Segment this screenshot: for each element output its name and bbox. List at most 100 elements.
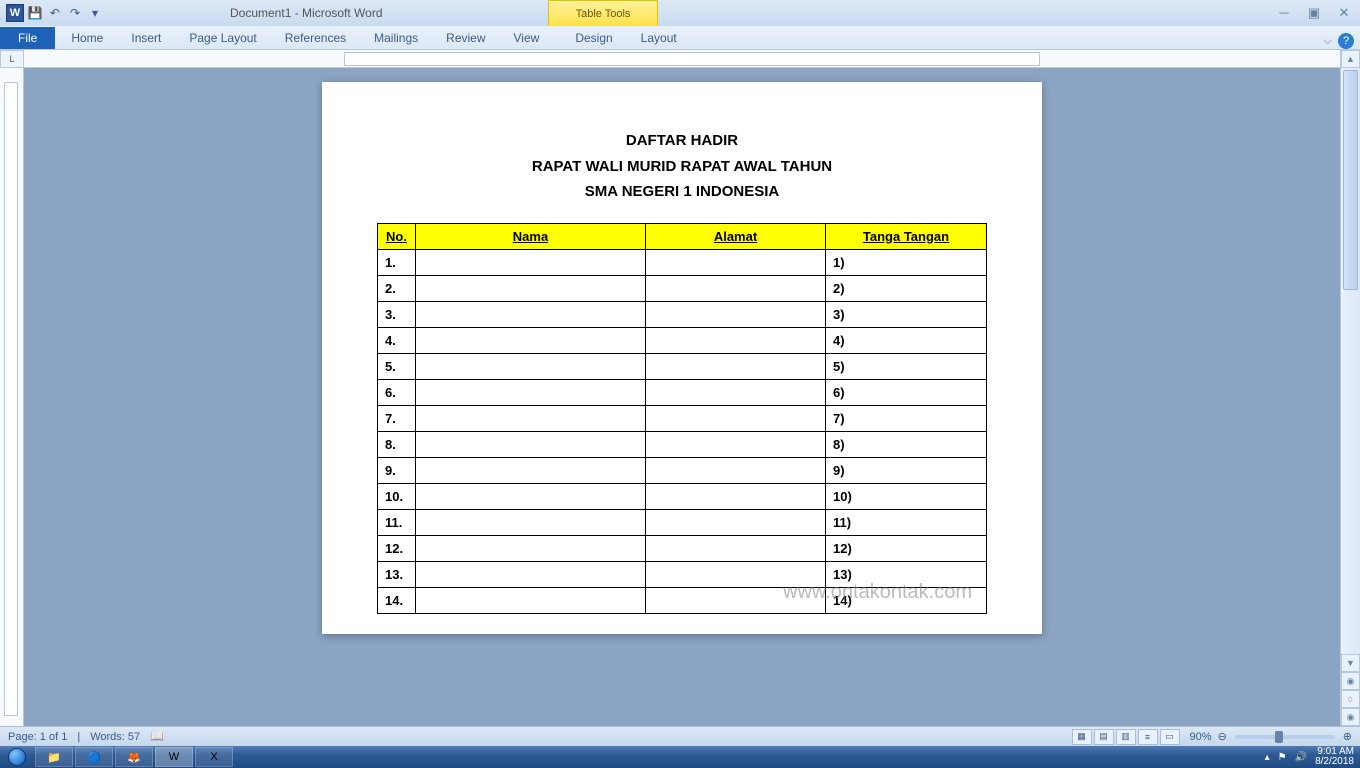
table-row[interactable]: 7.7) (378, 405, 987, 431)
quick-access-toolbar: W 💾 ↶ ↷ ▾ (0, 4, 110, 22)
previous-page-icon[interactable]: ◉ (1341, 672, 1360, 690)
help-icon[interactable]: ? (1338, 33, 1354, 49)
qat-dropdown-icon[interactable]: ▾ (86, 4, 104, 22)
table-row[interactable]: 1. 1) (378, 249, 987, 275)
fullscreen-view-icon[interactable]: ▤ (1094, 729, 1114, 745)
cell-sign: 12) (826, 535, 987, 561)
vertical-scrollbar[interactable]: ▲ ▼ ◉ ○ ◉ (1340, 50, 1360, 726)
tab-view[interactable]: View (500, 27, 554, 49)
system-tray: ▴ ⚑ 🔊 9:01 AM 8/2/2018 (1265, 747, 1354, 767)
vertical-ruler[interactable] (0, 68, 24, 726)
cell-alamat (646, 509, 826, 535)
outline-view-icon[interactable]: ≡ (1138, 729, 1158, 745)
tray-volume-icon[interactable]: 🔊 (1295, 752, 1307, 763)
cell-nama (416, 249, 646, 275)
next-page-icon[interactable]: ◉ (1341, 708, 1360, 726)
minimize-icon[interactable]: ─ (1274, 5, 1294, 21)
tab-selector[interactable]: L (0, 50, 24, 68)
table-row[interactable]: 14.14) (378, 587, 987, 613)
cell-nama (416, 561, 646, 587)
proofing-icon[interactable]: 📖 (150, 730, 164, 743)
tray-clock[interactable]: 9:01 AM 8/2/2018 (1315, 747, 1354, 767)
cell-sign: 2) (826, 275, 987, 301)
zoom-out-icon[interactable]: ⊖ (1218, 730, 1227, 743)
cell-nama (416, 301, 646, 327)
table-row[interactable]: 5.5) (378, 353, 987, 379)
header-no: No. (378, 223, 416, 249)
table-row[interactable]: 11.11) (378, 509, 987, 535)
status-bar: Page: 1 of 1 | Words: 57 📖 ▦ ▤ ▥ ≡ ▭ 90%… (0, 726, 1360, 746)
status-words[interactable]: Words: 57 (90, 731, 140, 743)
cell-sign: 5) (826, 353, 987, 379)
tab-review[interactable]: Review (432, 27, 499, 49)
browse-object-icon[interactable]: ○ (1341, 690, 1360, 708)
tab-mailings[interactable]: Mailings (360, 27, 432, 49)
document-page[interactable]: DAFTAR HADIR RAPAT WALI MURID RAPAT AWAL… (322, 82, 1042, 634)
zoom-in-icon[interactable]: ⊕ (1343, 730, 1352, 743)
scroll-up-icon[interactable]: ▲ (1341, 50, 1360, 68)
cell-no: 2. (378, 275, 416, 301)
taskbar-word-icon[interactable]: W (155, 747, 193, 767)
save-icon[interactable]: 💾 (26, 4, 44, 22)
taskbar-excel-icon[interactable]: X (195, 747, 233, 767)
table-row[interactable]: 9.9) (378, 457, 987, 483)
taskbar-firefox-icon[interactable]: 🦊 (115, 747, 153, 767)
tab-layout[interactable]: Layout (627, 27, 691, 49)
undo-icon[interactable]: ↶ (46, 4, 64, 22)
scroll-down-icon[interactable]: ▼ (1341, 654, 1360, 672)
cell-alamat (646, 561, 826, 587)
table-row[interactable]: 4.4) (378, 327, 987, 353)
ribbon-collapse-icon[interactable]: ⌵ (1324, 35, 1332, 48)
cell-no: 12. (378, 535, 416, 561)
cell-no: 11. (378, 509, 416, 535)
tab-insert[interactable]: Insert (117, 27, 175, 49)
taskbar-explorer-icon[interactable]: 📁 (35, 747, 73, 767)
tab-home[interactable]: Home (57, 27, 117, 49)
tray-flag-icon[interactable]: ⚑ (1278, 752, 1287, 763)
heading-line-1: DAFTAR HADIR (377, 128, 987, 154)
cell-sign: 8) (826, 431, 987, 457)
web-layout-view-icon[interactable]: ▥ (1116, 729, 1136, 745)
attendance-table[interactable]: No. Nama Alamat Tanga Tangan 1.1)2.2)3.3… (377, 223, 987, 614)
header-nama: Nama (416, 223, 646, 249)
zoom-slider[interactable] (1235, 735, 1335, 739)
cell-alamat (646, 249, 826, 275)
table-row[interactable]: 10.10) (378, 483, 987, 509)
table-row[interactable]: 2. 2) (378, 275, 987, 301)
tab-references[interactable]: References (271, 27, 360, 49)
cell-sign: 10) (826, 483, 987, 509)
cell-nama (416, 587, 646, 613)
tray-show-hidden-icon[interactable]: ▴ (1265, 752, 1270, 763)
zoom-level[interactable]: 90% (1190, 731, 1212, 743)
tab-file[interactable]: File (0, 27, 55, 49)
table-row[interactable]: 6.6) (378, 379, 987, 405)
draft-view-icon[interactable]: ▭ (1160, 729, 1180, 745)
status-page[interactable]: Page: 1 of 1 (8, 731, 67, 743)
header-alamat: Alamat (646, 223, 826, 249)
horizontal-ruler[interactable] (24, 50, 1340, 68)
cell-nama (416, 457, 646, 483)
restore-icon[interactable]: ▣ (1304, 5, 1324, 21)
cell-nama (416, 431, 646, 457)
cell-nama (416, 327, 646, 353)
cell-no: 1. (378, 249, 416, 275)
cell-nama (416, 483, 646, 509)
scroll-thumb[interactable] (1343, 70, 1358, 290)
cell-sign: 1) (826, 249, 987, 275)
close-icon[interactable]: ✕ (1334, 5, 1354, 21)
start-button[interactable] (0, 746, 34, 768)
taskbar-chrome-icon[interactable]: 🔵 (75, 747, 113, 767)
window-controls: ─ ▣ ✕ (1274, 5, 1354, 21)
tab-design[interactable]: Design (561, 27, 626, 49)
print-layout-view-icon[interactable]: ▦ (1072, 729, 1092, 745)
word-app-icon[interactable]: W (6, 4, 24, 22)
cell-no: 13. (378, 561, 416, 587)
table-row[interactable]: 12. 12) (378, 535, 987, 561)
table-row[interactable]: 3.3) (378, 301, 987, 327)
cell-sign: 4) (826, 327, 987, 353)
redo-icon[interactable]: ↷ (66, 4, 84, 22)
table-row[interactable]: 13.13) (378, 561, 987, 587)
cell-nama (416, 509, 646, 535)
table-row[interactable]: 8.8) (378, 431, 987, 457)
tab-page-layout[interactable]: Page Layout (175, 27, 270, 49)
